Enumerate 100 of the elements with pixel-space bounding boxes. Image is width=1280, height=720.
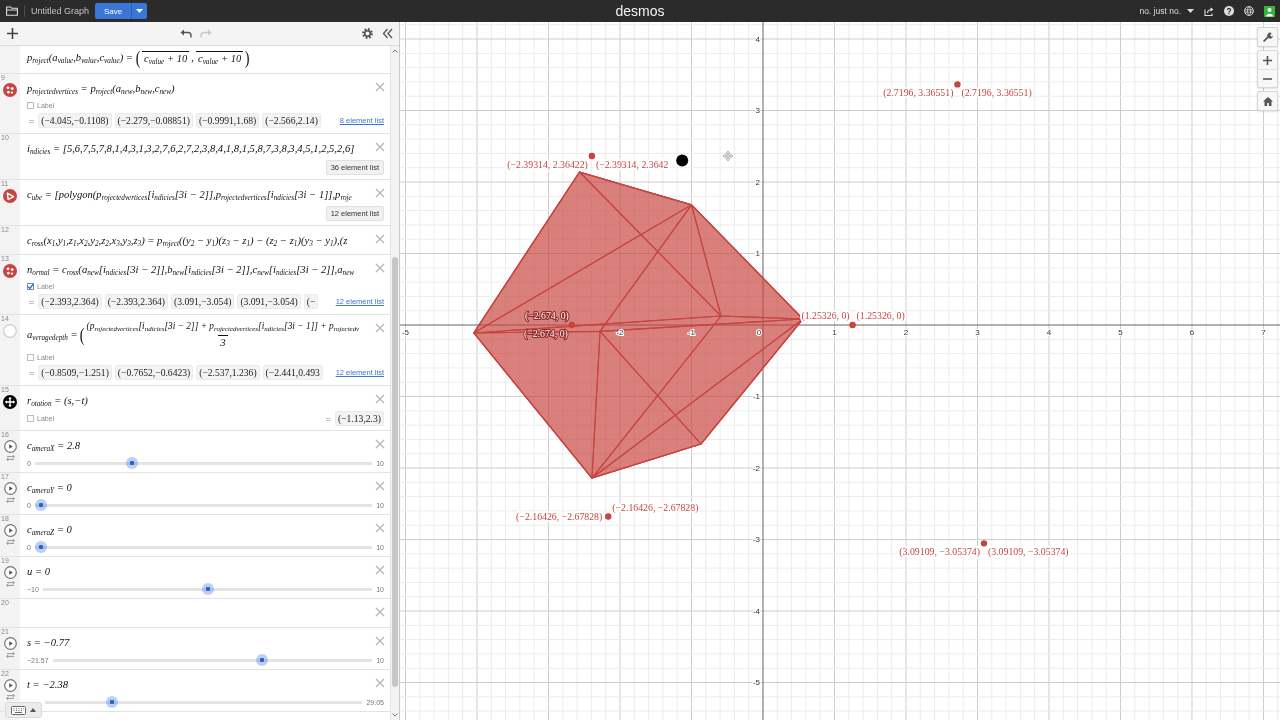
caret-icon [30, 708, 36, 712]
logo-text: desmos [615, 3, 665, 19]
share-icon[interactable] [1204, 6, 1214, 16]
expression-input[interactable]: c$_{ameraY}$ = 0 [27, 477, 370, 497]
repeat-icon[interactable] [5, 455, 15, 461]
expression-input[interactable]: r$_{otation}$ = (s,−t) [27, 390, 370, 410]
expression-input[interactable]: c$_{ube}$ = [polygon(p$_{rojectedvertices}$[i$_{ndicies}$[3i − 2]],p$_{rojectedvertices}$[i$_{ndicies}$[3i − 1]],p$_{roje}$ [27, 184, 370, 204]
slider-thumb[interactable] [126, 457, 138, 469]
point-label: (2.7196, 3.36551) [883, 87, 954, 99]
expression-input[interactable]: c$_{ross}$(x$_{1}$,y$_{1}$,z$_{1}$,x$_{2}$,y$_{2}$,z$_{2}$,x$_{3}$,y$_{3}$,z$_{3}$) = p$_{roject}$((y$_{2}$ − y$_{1}$)(z$_{3}$ − z$_{1}$) − (z$_{2}$ − z$_{1}$)(y$_{3}$ − y$_{1}$),(z [27, 230, 370, 250]
repeat-icon[interactable] [5, 652, 15, 658]
save-button[interactable]: Save [95, 3, 132, 19]
repeat-icon[interactable] [5, 694, 15, 700]
axis-tick-label: 2 [755, 177, 760, 187]
play-icon[interactable] [3, 524, 17, 537]
value-chip: (−2.441,0.493 [262, 365, 323, 380]
checkbox[interactable] [27, 101, 34, 109]
play-icon[interactable] [3, 679, 17, 692]
expression-input[interactable]: n$_{ormal}$ = c$_{ross}$(a$_{new}$[i$_{ndicies}$[3i − 2]],b$_{new}$[i$_{ndicies}$[3i − 2]],c$_{new}$[i$_{ndicies}$[3i − 2]],a$_{new}$ [27, 259, 370, 279]
checkbox[interactable] [27, 353, 34, 361]
checkbox[interactable] [27, 415, 34, 422]
slider-thumb[interactable] [106, 696, 119, 708]
folder-icon[interactable] [6, 6, 18, 16]
draggable-point[interactable] [676, 154, 689, 167]
value-chip: (3.091,−3.054) [237, 294, 301, 309]
expression-input[interactable]: c$_{ameraX}$ = 2.8 [27, 435, 370, 455]
axis-tick-label: -4 [752, 606, 760, 616]
scrollbar-track[interactable] [390, 46, 399, 720]
axis-tick-label: 2 [903, 328, 909, 337]
axis-tick-label: 6 [1189, 328, 1195, 337]
points-style-icon[interactable] [3, 83, 17, 97]
slider-thumb[interactable] [255, 654, 268, 666]
globe-icon[interactable] [1244, 6, 1254, 16]
undo-icon[interactable] [180, 29, 192, 38]
axis-tick-label: -5 [401, 328, 410, 337]
avatar-icon[interactable] [1264, 5, 1275, 17]
value-chip: (−0.8509,−1.251) [38, 365, 112, 380]
plus-icon [1263, 55, 1272, 65]
settings-icon[interactable] [362, 28, 373, 39]
points-style-icon[interactable] [3, 264, 17, 278]
move-icon[interactable] [3, 395, 17, 409]
value-chip: (3.091,−3.054) [171, 294, 235, 309]
expression-input[interactable]: i$_{ndicies}$ = [5,6,7,5,7,8,1,4,3,1,3,2,7,6,2,7,2,3,8,4,1,8,1,5,8,7,3,8,3,4,5,1,2,5,2,6] [27, 138, 370, 158]
save-options-button[interactable] [131, 3, 148, 19]
slider-thumb[interactable] [34, 499, 47, 511]
expression-input[interactable]: s = −0.77 [27, 632, 370, 652]
point-label: (2.7196, 3.36551) [961, 87, 1032, 99]
checkbox[interactable] [27, 282, 34, 290]
axis-tick-label: -2 [616, 328, 624, 337]
expression-input[interactable]: p$_{rojectedvertices}$ = p$_{roject}$(a$_{new}$,b$_{new}$,c$_{new}$) [27, 78, 370, 98]
axis-tick-label: 5 [1118, 328, 1123, 337]
scroll-up-icon[interactable] [392, 49, 398, 53]
keyboard-button[interactable] [5, 702, 42, 718]
equals-sign: = [29, 367, 35, 378]
play-icon[interactable] [3, 566, 17, 579]
user-menu-button[interactable]: no. just no. [1139, 6, 1194, 16]
add-icon[interactable] [7, 28, 18, 39]
expression-input[interactable]: t = −2.38 [27, 674, 370, 694]
repeat-icon[interactable] [5, 497, 15, 503]
scroll-down-icon[interactable] [392, 713, 398, 717]
equals-sign: = [325, 413, 331, 424]
axis-tick-label: -1 [687, 328, 696, 337]
repeat-icon[interactable] [5, 539, 15, 545]
axis-tick-label: 7 [1261, 328, 1266, 337]
caret-icon [136, 9, 144, 13]
axis-tick-label: -1 [752, 392, 760, 402]
help-icon[interactable] [1224, 6, 1234, 16]
minus-icon [1263, 77, 1272, 80]
expression-input[interactable]: c$_{ameraZ}$ = 0 [27, 519, 370, 539]
point-label: (−2.674, 0) [523, 328, 568, 339]
caret-icon [1187, 9, 1194, 13]
point-label: (−2.39314, 2.36422) [507, 159, 588, 170]
play-icon[interactable] [3, 482, 17, 495]
point-label: (1.25326, 0) [856, 310, 905, 321]
value-chip: (−2.393,2.364) [38, 294, 102, 309]
equals-sign: = [29, 296, 35, 307]
wrench-icon [1262, 32, 1273, 42]
axis-tick-label: -3 [752, 535, 760, 545]
value-chip: (−2.393,2.364) [104, 294, 168, 309]
graph-title[interactable]: Untitled Graph [31, 6, 90, 16]
keyboard-icon [11, 705, 26, 715]
expression-input[interactable]: u = 0 [27, 561, 370, 581]
value-chip: (−2.279,−0.08851) [114, 113, 193, 128]
scrollbar-thumb[interactable] [392, 257, 398, 687]
expression-input[interactable]: p$_{roject}$(a$_{value}$,b$_{value}$,c$_{value}$) =( c$_{value}$ + 10 , c$_{value}$ + 10 ) [27, 46, 370, 69]
point-label: (−2.39314, 2.3642 [595, 159, 669, 170]
axis-tick-label: 1 [832, 328, 837, 337]
slider-thumb[interactable] [201, 583, 214, 595]
value-chip: (−0.9991,1.68) [195, 113, 260, 128]
polygon-style-icon[interactable] [3, 189, 17, 203]
value-chip: (−2.537,1.236) [196, 365, 260, 380]
equals-sign: = [29, 115, 35, 126]
repeat-icon[interactable] [5, 581, 15, 587]
double-chevron-icon[interactable] [382, 28, 393, 39]
value-chip: (−0.7652,−0.6423) [114, 365, 194, 380]
play-icon[interactable] [3, 637, 17, 650]
value-chip: (−1.13,2.3) [335, 411, 384, 426]
play-icon[interactable] [3, 440, 17, 453]
slider-thumb[interactable] [34, 541, 47, 553]
home-icon [1262, 96, 1273, 106]
